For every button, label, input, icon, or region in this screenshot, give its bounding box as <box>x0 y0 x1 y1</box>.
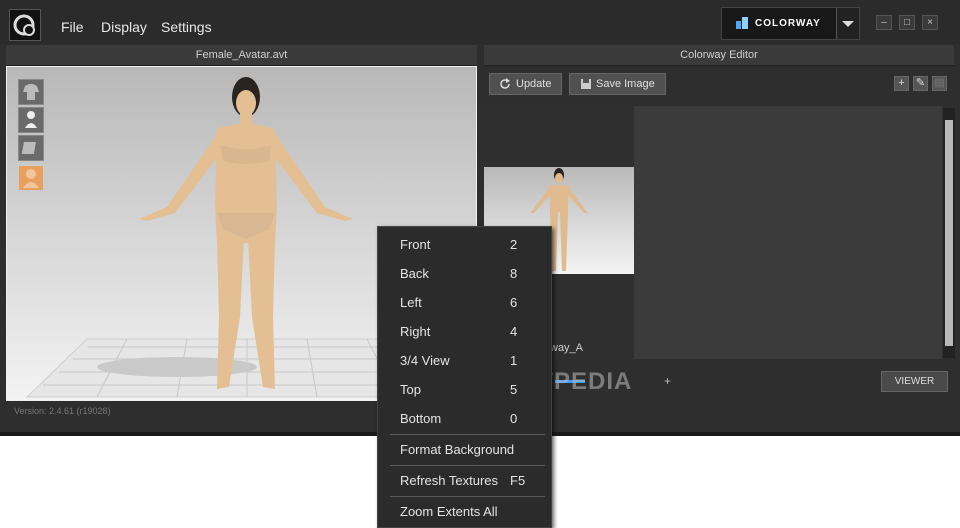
zoom-plus-icon[interactable]: + <box>664 374 671 388</box>
menu-item-three-quarter-view[interactable]: 3/4 View 1 <box>378 350 551 370</box>
view-context-menu: Front 2 Back 8 Left 6 Right 4 3/4 View 1… <box>377 226 552 528</box>
vertical-scrollbar[interactable] <box>943 108 955 358</box>
menu-separator <box>390 496 545 497</box>
version-label: Version: 2.4.61 (r19028) <box>14 406 111 416</box>
texture-tool-button[interactable] <box>18 135 44 161</box>
menu-item-format-background[interactable]: Format Background <box>378 439 551 459</box>
menu-item-bottom[interactable]: Bottom 0 <box>378 408 551 428</box>
close-button[interactable]: × <box>922 15 938 30</box>
refresh-icon <box>500 78 510 89</box>
menu-item-refresh-textures[interactable]: Refresh Textures F5 <box>378 470 551 490</box>
title-bar: File Display Settings COLORWAY – □ × <box>0 0 960 44</box>
update-button[interactable]: Update <box>489 73 562 95</box>
chevron-down-icon[interactable] <box>836 8 859 39</box>
garment-tool-button[interactable] <box>18 79 44 105</box>
save-image-label: Save Image <box>596 78 655 90</box>
colorway-name: way_A <box>550 342 584 354</box>
menu-display[interactable]: Display <box>101 19 147 35</box>
menu-item-front[interactable]: Front 2 <box>378 234 551 254</box>
colorway-button[interactable]: COLORWAY <box>721 7 860 40</box>
scrollbar-thumb[interactable] <box>945 120 953 346</box>
menu-separator <box>390 434 545 435</box>
maximize-button[interactable]: □ <box>899 15 915 30</box>
minimize-button[interactable]: – <box>876 15 892 30</box>
menu-separator <box>390 465 545 466</box>
menu-item-zoom-extents-all[interactable]: Zoom Extents All <box>378 501 551 521</box>
viewer-button[interactable]: VIEWER <box>881 371 948 392</box>
menu-item-back[interactable]: Back 8 <box>378 263 551 283</box>
avatar-skin-tool-button[interactable] <box>18 165 44 191</box>
menu-settings[interactable]: Settings <box>161 19 212 35</box>
viewport-title: Female_Avatar.avt <box>6 45 477 66</box>
save-image-button[interactable]: Save Image <box>569 73 666 95</box>
colorway-icon <box>736 17 748 29</box>
edit-icon[interactable]: ✎ <box>913 76 928 91</box>
menu-item-left[interactable]: Left 6 <box>378 292 551 312</box>
menu-item-top[interactable]: Top 5 <box>378 379 551 399</box>
app-logo-icon <box>9 9 41 41</box>
avatar-tool-button[interactable] <box>18 107 44 133</box>
menu-file[interactable]: File <box>61 19 84 35</box>
delete-icon[interactable]: ▤ <box>932 76 947 91</box>
save-icon <box>581 79 591 89</box>
colorway-label: COLORWAY <box>755 18 821 29</box>
menu-item-right[interactable]: Right 4 <box>378 321 551 341</box>
editor-title: Colorway Editor <box>484 45 954 66</box>
update-label: Update <box>516 78 552 90</box>
add-icon[interactable]: + <box>894 76 909 91</box>
